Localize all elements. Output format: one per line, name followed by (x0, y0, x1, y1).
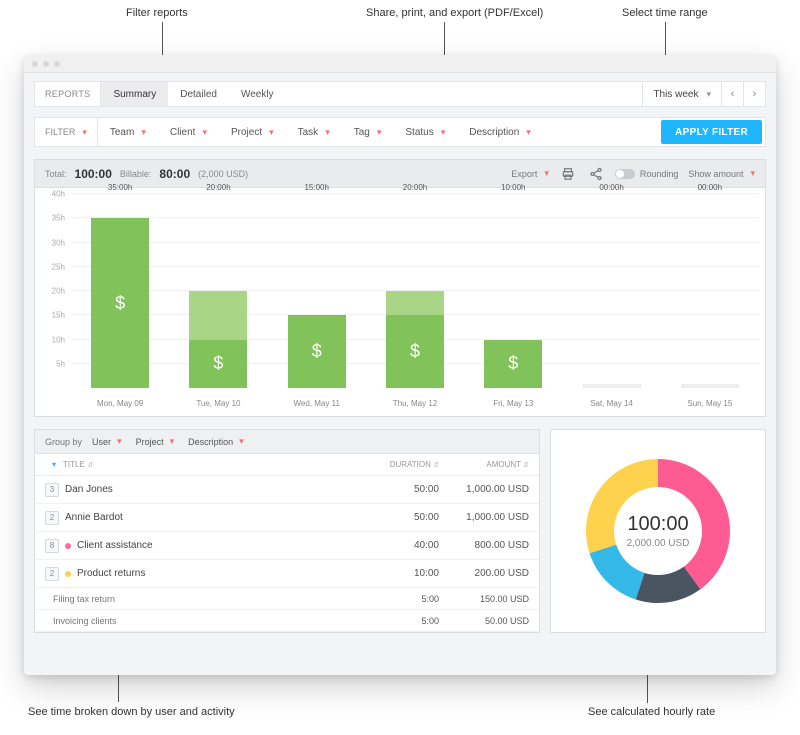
summary-stats-bar: Total: 100:00 Billable: 80:00 (2,000 USD… (34, 159, 766, 187)
top-bar: REPORTS Summary Detailed Weekly This wee… (34, 81, 766, 107)
caret-down-icon: ▾ (706, 89, 711, 100)
share-icon[interactable] (587, 165, 605, 183)
export-menu[interactable]: Export▾ (511, 168, 549, 179)
table-row[interactable]: 8Client assistance40:00800.00 USD (35, 532, 539, 560)
bar-3: $20:00hThu, May 12 (366, 196, 464, 388)
time-prev-button[interactable]: ‹ (721, 81, 743, 107)
caret-down-icon: ▾ (750, 168, 755, 179)
groupby-user[interactable]: User▾ (92, 436, 122, 447)
donut-center-value: 100:00 (627, 513, 688, 536)
tab-weekly[interactable]: Weekly (229, 82, 286, 106)
project-color-dot (65, 543, 71, 549)
caret-down-icon: ▾ (325, 127, 330, 138)
groupby-bar: Group by User▾Project▾Description▾ (35, 430, 539, 454)
dollar-icon: $ (508, 353, 518, 374)
col-duration[interactable]: DURATION ⇵ (349, 460, 439, 469)
show-amount-menu[interactable]: Show amount▾ (688, 168, 755, 179)
dollar-icon: $ (410, 341, 420, 362)
tab-summary[interactable]: Summary (101, 82, 168, 106)
row-count-badge: 8 (45, 539, 59, 553)
bar-1: $20:00hTue, May 10 (169, 196, 267, 388)
bar-6: 00:00hSun, May 15 (661, 196, 759, 388)
donut-center-sub: 2,000.00 USD (627, 538, 690, 549)
window-dot (43, 61, 49, 67)
apply-filter-button[interactable]: APPLY FILTER (661, 120, 762, 144)
window-titlebar (24, 55, 776, 73)
donut-chart: 100:00 2,000.00 USD (550, 429, 766, 633)
sort-icon: ⇵ (88, 461, 94, 469)
caret-down-icon: ▾ (202, 127, 207, 138)
filter-task[interactable]: Task▾ (286, 118, 342, 146)
billable-value: 80:00 (159, 167, 190, 181)
caret-down-icon: ▾ (441, 127, 446, 138)
bar-5: 00:00hSat, May 14 (562, 196, 660, 388)
filter-description[interactable]: Description▾ (457, 118, 543, 146)
app-window: REPORTS Summary Detailed Weekly This wee… (24, 55, 776, 675)
billable-label: Billable: (120, 169, 152, 179)
time-range-select[interactable]: This week ▾ (643, 82, 721, 106)
view-tabs: Summary Detailed Weekly (101, 82, 642, 106)
col-title[interactable]: TITLE⇵ (63, 460, 349, 469)
table-header: ▾ TITLE⇵ DURATION ⇵ AMOUNT ⇵ (35, 454, 539, 476)
tab-detailed[interactable]: Detailed (168, 82, 229, 106)
caret-down-icon: ▾ (269, 127, 274, 138)
caret-down-icon: ▾ (82, 127, 87, 138)
row-count-badge: 2 (45, 511, 59, 525)
groupby-description[interactable]: Description▾ (188, 436, 244, 447)
annotation-hourlyrate: See calculated hourly rate (588, 706, 715, 718)
row-count-badge: 2 (45, 567, 59, 581)
table-row[interactable]: 2Annie Bardot50:001,000.00 USD (35, 504, 539, 532)
annotation-export: Share, print, and export (PDF/Excel) (366, 7, 543, 19)
sort-icon: ⇵ (523, 462, 529, 469)
dollar-icon: $ (213, 353, 223, 374)
annotation-filter: Filter reports (126, 7, 188, 19)
caret-down-icon: ▾ (526, 127, 531, 138)
print-icon[interactable] (559, 165, 577, 183)
dollar-icon: $ (115, 293, 125, 314)
caret-down-icon: ▾ (170, 436, 175, 447)
time-range-label: This week (653, 89, 698, 100)
filter-tag[interactable]: Tag▾ (342, 118, 394, 146)
annotation-breakdown: See time broken down by user and activit… (28, 706, 235, 718)
groupby-project[interactable]: Project▾ (136, 436, 175, 447)
caret-down-icon: ▾ (544, 168, 549, 179)
time-range-picker: This week ▾ ‹ › (642, 82, 765, 106)
table-row[interactable]: Filing tax return5:00150.00 USD (35, 588, 539, 610)
breakdown-table: Group by User▾Project▾Description▾ ▾ TIT… (34, 429, 540, 633)
filter-client[interactable]: Client▾ (158, 118, 219, 146)
filter-bar: FILTER▾ Team▾Client▾Project▾Task▾Tag▾Sta… (34, 117, 766, 147)
bar-2: $15:00hWed, May 11 (268, 196, 366, 388)
bar-chart: 40h35h30h25h20h15h10h5h $35:00hMon, May … (34, 187, 766, 417)
caret-down-icon: ▾ (377, 127, 382, 138)
caret-down-icon: ▾ (141, 127, 146, 138)
table-row[interactable]: 3Dan Jones50:001,000.00 USD (35, 476, 539, 504)
caret-down-icon: ▾ (117, 436, 122, 447)
collapse-all-icon[interactable]: ▾ (45, 460, 63, 469)
billable-amount: (2,000 USD) (198, 169, 248, 179)
filter-label: FILTER▾ (35, 118, 98, 146)
bar-4: $10:00hFri, May 13 (464, 196, 562, 388)
toggle-icon (615, 169, 635, 179)
table-row[interactable]: Invoicing clients5:0050.00 USD (35, 610, 539, 632)
row-count-badge: 3 (45, 483, 59, 497)
window-dot (32, 61, 38, 67)
rounding-toggle[interactable]: Rounding (615, 169, 679, 179)
total-value: 100:00 (75, 167, 112, 181)
total-label: Total: (45, 169, 67, 179)
caret-down-icon: ▾ (239, 436, 244, 447)
annotation-timerange: Select time range (622, 7, 708, 19)
col-amount[interactable]: AMOUNT ⇵ (439, 460, 529, 469)
bar-0: $35:00hMon, May 09 (71, 196, 169, 388)
filter-status[interactable]: Status▾ (393, 118, 457, 146)
table-row[interactable]: 2Product returns10:00200.00 USD (35, 560, 539, 588)
filter-project[interactable]: Project▾ (219, 118, 286, 146)
project-color-dot (65, 571, 71, 577)
window-dot (54, 61, 60, 67)
dollar-icon: $ (312, 341, 322, 362)
reports-label: REPORTS (35, 82, 101, 106)
time-next-button[interactable]: › (743, 81, 765, 107)
filter-team[interactable]: Team▾ (98, 118, 158, 146)
